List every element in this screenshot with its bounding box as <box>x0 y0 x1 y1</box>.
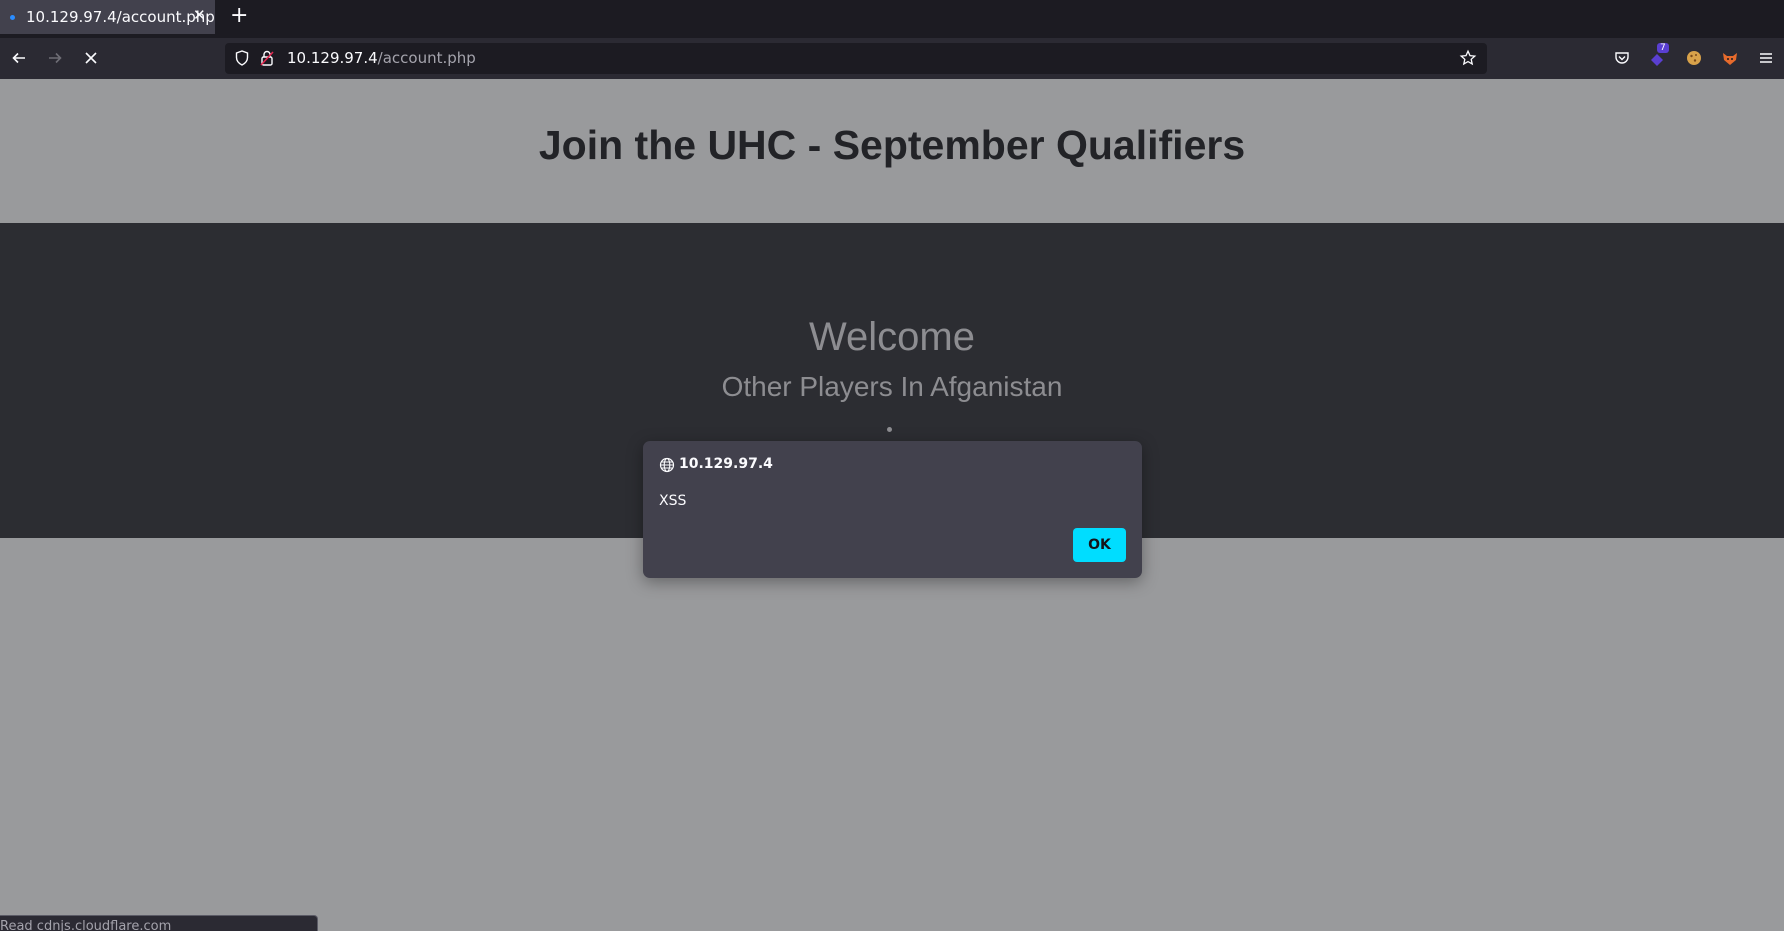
hamburger-menu-icon[interactable] <box>1757 49 1775 67</box>
extension-badge: 7 <box>1657 43 1669 53</box>
page-title: Join the UHC - September Qualifiers <box>538 122 1246 168</box>
bookmark-star-icon[interactable] <box>1459 49 1477 67</box>
ok-button[interactable]: OK <box>1073 528 1126 562</box>
insecure-lock-icon[interactable] <box>258 49 276 67</box>
extension-icon <box>1651 54 1663 66</box>
players-subheading: Other Players In Afganistan <box>721 371 1063 402</box>
alert-dialog: 10.129.97.4 XSS OK <box>643 441 1142 578</box>
navigation-toolbar: 10.129.97.4/account.php 7 <box>0 38 1784 79</box>
loading-indicator-icon <box>10 15 15 20</box>
welcome-heading: Welcome <box>809 315 975 359</box>
stop-loading-button[interactable] <box>79 46 103 70</box>
stop-icon <box>85 52 97 64</box>
foxyproxy-icon[interactable] <box>1721 49 1739 67</box>
status-bar: Read cdnjs.cloudflare.com <box>0 915 318 931</box>
pocket-icon[interactable] <box>1613 49 1631 67</box>
dialog-origin: 10.129.97.4 <box>679 456 773 472</box>
tab-strip: 10.129.97.4/account.php ✕ + <box>0 0 1784 38</box>
new-tab-button[interactable]: + <box>230 3 248 28</box>
active-tab[interactable]: 10.129.97.4/account.php ✕ <box>0 0 215 34</box>
tab-close-icon[interactable]: ✕ <box>193 6 206 24</box>
address-bar[interactable]: 10.129.97.4/account.php <box>225 43 1487 74</box>
forward-button[interactable] <box>43 46 67 70</box>
tracking-protection-shield-icon[interactable] <box>233 49 251 67</box>
tab-title: 10.129.97.4/account.php <box>26 8 215 26</box>
forward-arrow-icon <box>49 52 62 64</box>
page-header: Join the UHC - September Qualifiers <box>0 79 1784 223</box>
list-bullet <box>887 427 892 432</box>
url-host: 10.129.97.4 <box>287 49 378 67</box>
extension-button[interactable]: 7 <box>1648 43 1669 67</box>
globe-icon <box>659 457 675 473</box>
url-text: 10.129.97.4/account.php <box>287 49 476 67</box>
dialog-message: XSS <box>659 493 687 509</box>
cookie-icon[interactable] <box>1685 49 1703 67</box>
back-arrow-icon <box>12 52 25 64</box>
url-path: /account.php <box>377 49 476 67</box>
status-text: Read cdnjs.cloudflare.com <box>0 919 172 931</box>
back-button[interactable] <box>7 46 31 70</box>
